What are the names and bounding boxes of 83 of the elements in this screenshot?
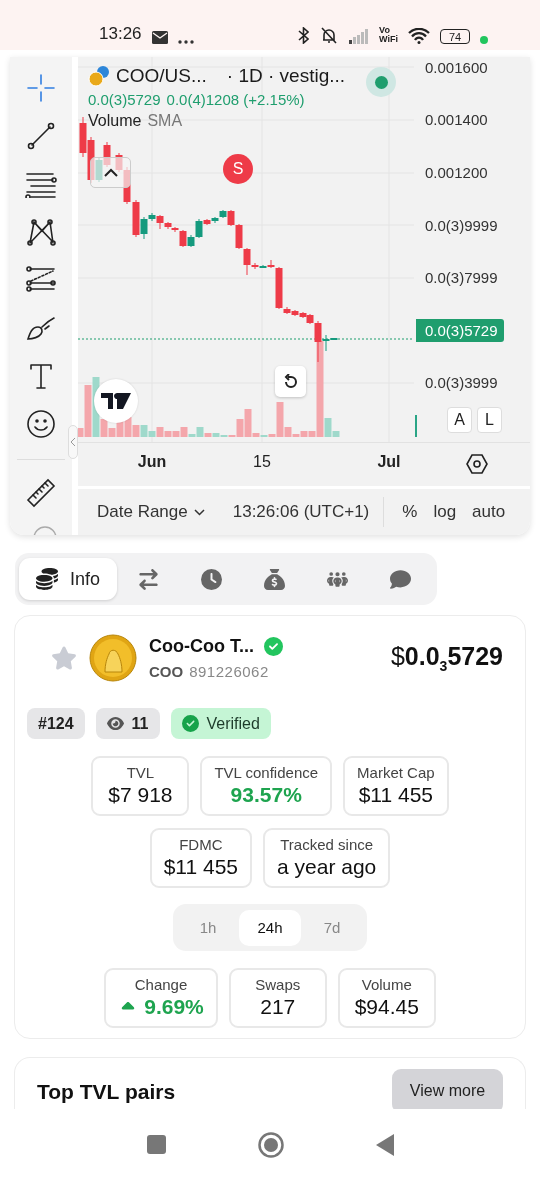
recents-icon[interactable] — [146, 1135, 166, 1154]
stat-label: Swaps — [255, 976, 301, 993]
stat-value: 217 — [260, 995, 296, 1019]
time-axis-label: Jun — [137, 453, 167, 471]
stat-label: Change — [134, 976, 188, 993]
views-badge: 11 — [95, 708, 160, 739]
clock-time: 13:26 — [99, 24, 142, 44]
vowifi-label: Vo WiFi — [379, 26, 398, 44]
price-axis-label: 0.0(3)7999 — [424, 269, 498, 287]
info-tab[interactable]: Info — [19, 558, 117, 600]
check-icon — [181, 715, 199, 732]
token-name: Coo-Coo T... — [149, 636, 254, 657]
stat-value: a year ago — [277, 855, 377, 879]
eye-icon — [106, 715, 124, 732]
sell-marker: S — [223, 154, 253, 184]
live-status-dot — [366, 67, 396, 97]
section-title: Top TVL pairs — [37, 1080, 176, 1104]
verified-check-icon — [264, 637, 283, 656]
caret-up-icon — [102, 167, 119, 178]
more-dots-icon — [177, 40, 194, 44]
token-logo-icon — [89, 634, 137, 682]
price-axis-label: 0.001200 — [424, 164, 488, 181]
stat-label: FDMC — [179, 836, 223, 853]
swap-arrows-icon — [138, 568, 159, 590]
symbol-details: · 1D · vestig... — [226, 65, 346, 87]
price-axis-label: 0.0(3)3999 — [424, 374, 498, 392]
stat-label: Volume — [361, 976, 412, 993]
rank-badge: #124 — [27, 708, 85, 739]
stat-value: $7 918 — [108, 783, 173, 807]
battery-icon: 74 — [440, 29, 470, 44]
muted-bell-icon — [319, 27, 340, 44]
auto-button[interactable]: auto — [468, 502, 510, 522]
date-range-dropdown[interactable]: Date Range — [97, 502, 205, 522]
token-symbol: COO — [149, 663, 184, 680]
bluetooth-icon — [298, 27, 310, 44]
coin-pair-icon — [88, 65, 110, 87]
home-icon[interactable] — [257, 1131, 284, 1158]
chart-time: 13:26:06 (UTC+1) — [232, 502, 370, 522]
star-icon[interactable] — [51, 645, 77, 671]
last-price-badge: 0.0(3)5729 — [416, 318, 504, 342]
chat-icon — [390, 568, 411, 590]
coins-icon — [36, 568, 58, 590]
status-dot — [480, 36, 488, 44]
percent-button[interactable]: % — [398, 502, 422, 522]
stat-value: 9.69% — [144, 995, 204, 1019]
scale-button[interactable]: A — [447, 407, 472, 433]
stat-value: 93.57% — [230, 783, 302, 807]
stat-value: $11 455 — [358, 783, 433, 807]
reset-icon — [282, 373, 299, 390]
price-axis-label: 0.001600 — [424, 58, 488, 76]
time-axis-label: 15 — [253, 453, 271, 471]
last-price: 0.0(3)5729 — [88, 91, 161, 108]
token-price: 0.0$_{3}$5729 — [404, 642, 503, 674]
back-icon[interactable] — [375, 1133, 394, 1156]
view-more-button[interactable]: View more — [392, 1069, 503, 1109]
period-tab[interactable]: 24h — [239, 909, 301, 946]
stat-label: TVL confidence — [214, 764, 319, 781]
chart-logo-icon[interactable] — [94, 379, 138, 423]
wifi-icon — [408, 28, 430, 44]
time-axis-label: Jul — [377, 453, 401, 471]
clock-icon — [201, 568, 222, 590]
mail-icon — [151, 31, 168, 44]
symbol-name: COO/US... — [116, 65, 207, 87]
chevron-down-icon — [193, 508, 205, 516]
money-bag-icon — [264, 568, 285, 590]
verified-badge: Verified — [170, 708, 271, 739]
indicator-name: Volume — [88, 112, 142, 130]
reset-chart-button[interactable] — [275, 366, 306, 397]
stat-label: Tracked since — [280, 836, 374, 853]
price-change: 0.0(4)1208 (+2.15%) — [166, 91, 305, 108]
currency-sign: $ — [390, 642, 405, 671]
price-axis-label: 0.001400 — [424, 111, 488, 129]
stat-value: $94.45 — [354, 995, 419, 1019]
stat-value: $11 455 — [163, 855, 239, 879]
stat-label: TVL — [126, 764, 155, 781]
indicator-param: SMA — [147, 112, 183, 130]
scale-button[interactable]: L — [477, 407, 502, 433]
log-button[interactable]: log — [429, 502, 461, 522]
stat-label: Market Cap — [357, 764, 435, 781]
signal-icon — [349, 29, 370, 44]
token-id: 891226062 — [189, 663, 269, 680]
price-axis-label: 0.0(3)9999 — [424, 216, 498, 234]
collapse-legend-button[interactable] — [90, 157, 131, 188]
